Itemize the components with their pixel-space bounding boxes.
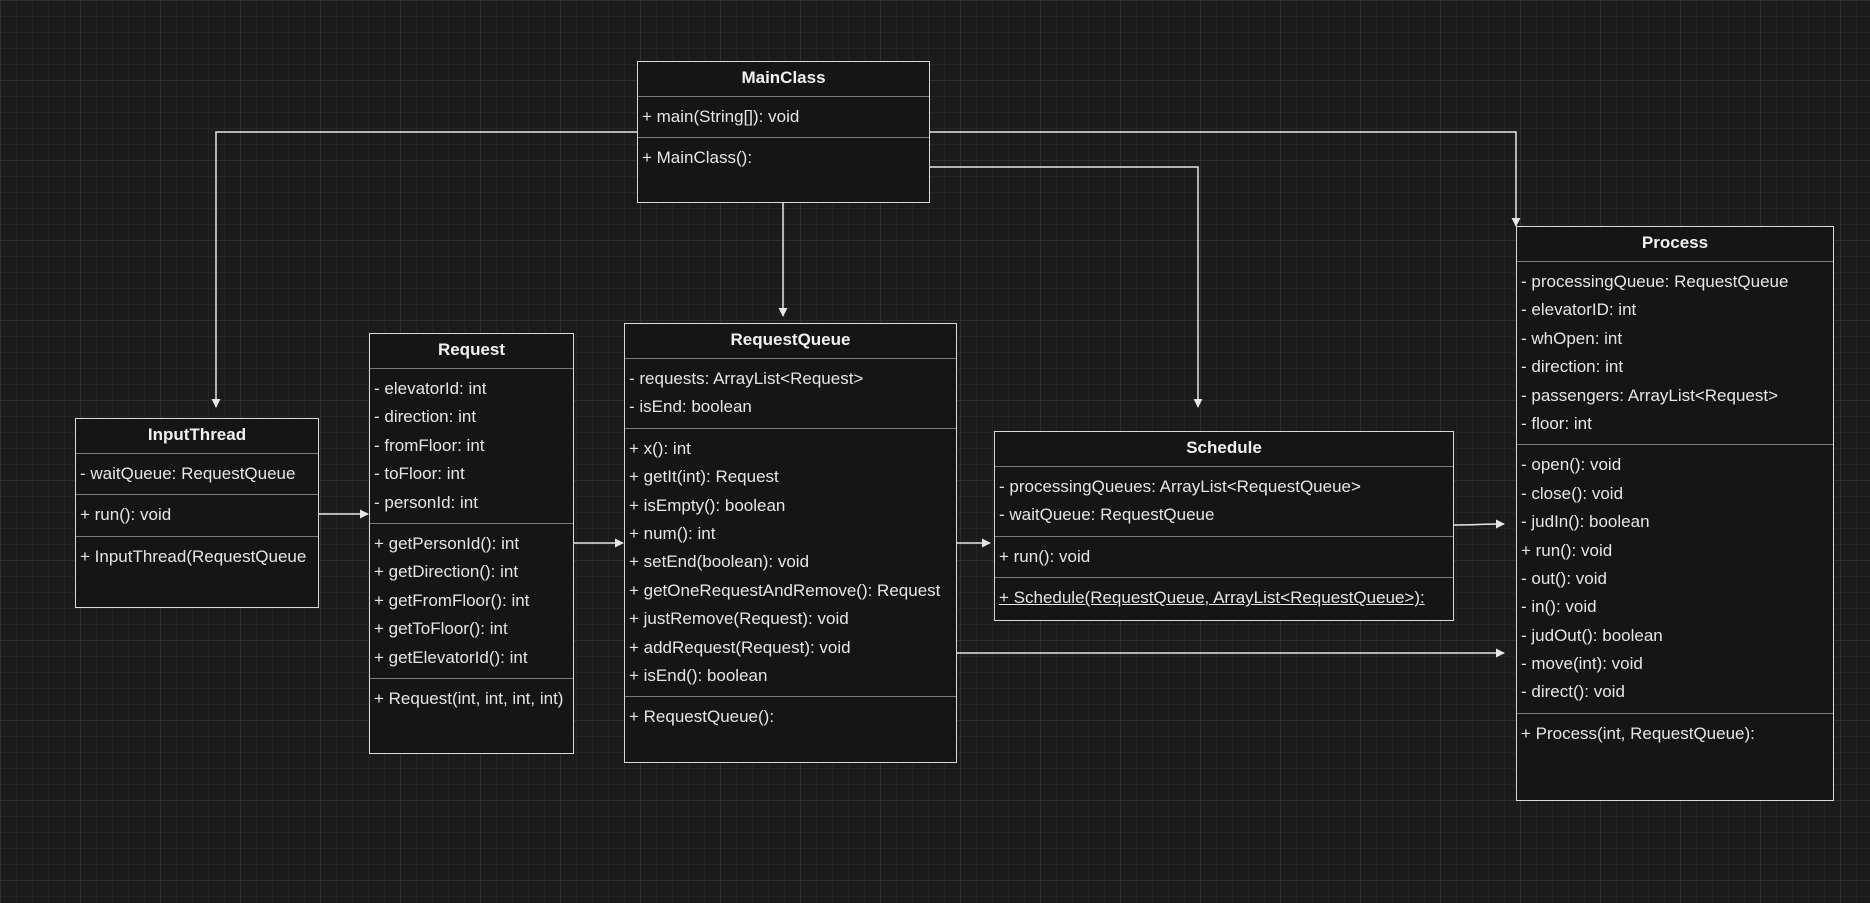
- field-row: - isEnd: boolean: [629, 397, 752, 417]
- methods-section: - open(): void - close(): void - judIn()…: [1517, 445, 1833, 714]
- class-request[interactable]: Request - elevatorId: int - direction: i…: [369, 333, 574, 754]
- method-row: + setEnd(boolean): void: [629, 552, 810, 572]
- methods-section: + run(): void: [76, 495, 318, 537]
- method-row: + getDirection(): int: [374, 562, 519, 582]
- class-title: MainClass: [638, 62, 929, 97]
- fields-section: - requests: ArrayList<Request> - isEnd: …: [625, 359, 956, 429]
- methods-section: + run(): void: [995, 537, 1453, 579]
- method-row: - judOut(): boolean: [1521, 625, 1663, 645]
- fields-section: - elevatorId: int - direction: int - fro…: [370, 369, 573, 524]
- method-row: + getOneRequestAndRemove(): Request: [629, 580, 941, 600]
- method-row: + main(String[]): void: [642, 107, 800, 126]
- class-title: InputThread: [76, 419, 318, 454]
- method-row: + isEnd(): boolean: [629, 665, 768, 685]
- method-row: + run(): void: [1521, 540, 1613, 560]
- method-row: + getIt(int): Request: [629, 467, 779, 487]
- method-row: - move(int): void: [1521, 654, 1643, 674]
- class-requestqueue[interactable]: RequestQueue - requests: ArrayList<Reque…: [624, 323, 957, 763]
- field-row: - processingQueue: RequestQueue: [1521, 272, 1789, 291]
- field-row: - elevatorId: int: [374, 379, 487, 398]
- edge-schedule-process: [1452, 519, 1505, 529]
- constructors-section: + Process(int, RequestQueue):: [1517, 714, 1833, 754]
- class-process[interactable]: Process - processingQueue: RequestQueue …: [1516, 226, 1834, 801]
- constructor-row: + Process(int, RequestQueue):: [1521, 723, 1755, 743]
- methods-section: + main(String[]): void: [638, 97, 929, 139]
- method-row: - close(): void: [1521, 483, 1624, 503]
- edge-mainclass-process: [930, 131, 1521, 227]
- field-row: - whOpen: int: [1521, 328, 1623, 348]
- method-row: + getElevatorId(): int: [374, 647, 528, 667]
- class-title: Schedule: [995, 432, 1453, 467]
- methods-section: + getPersonId(): int + getDirection(): i…: [370, 524, 573, 679]
- fields-section: - processingQueues: ArrayList<RequestQue…: [995, 467, 1453, 537]
- field-row: - elevatorID: int: [1521, 300, 1637, 320]
- method-row: + addRequest(Request): void: [629, 637, 851, 657]
- method-row: + justRemove(Request): void: [629, 609, 849, 629]
- method-row: - open(): void: [1521, 455, 1622, 475]
- methods-section: + x(): int + getIt(int): Request + isEmp…: [625, 429, 956, 698]
- method-row: + x(): int: [629, 438, 691, 458]
- constructor-row: + RequestQueue():: [629, 707, 775, 727]
- method-row: - judIn(): boolean: [1521, 512, 1650, 532]
- method-row: + run(): void: [999, 546, 1091, 566]
- constructors-section: + Schedule(RequestQueue, ArrayList<Reque…: [995, 578, 1453, 618]
- method-row: + getFromFloor(): int: [374, 590, 530, 610]
- class-schedule[interactable]: Schedule - processingQueues: ArrayList<R…: [994, 431, 1454, 621]
- constructors-section: + RequestQueue():: [625, 697, 956, 737]
- class-title: RequestQueue: [625, 324, 956, 359]
- constructors-section: + MainClass():: [638, 138, 929, 178]
- method-row: - direct(): void: [1521, 682, 1625, 702]
- field-row: - processingQueues: ArrayList<RequestQue…: [999, 477, 1361, 496]
- constructors-section: + Request(int, int, int, int): [370, 679, 573, 719]
- edge-mainclass-schedule: [930, 166, 1203, 408]
- field-row: - personId: int: [374, 492, 478, 512]
- fields-section: - waitQueue: RequestQueue: [76, 454, 318, 496]
- method-row: + isEmpty(): boolean: [629, 495, 786, 515]
- field-row: - waitQueue: RequestQueue: [999, 505, 1215, 525]
- method-row: + num(): int: [629, 523, 716, 543]
- method-row: - in(): void: [1521, 597, 1597, 617]
- class-mainclass[interactable]: MainClass + main(String[]): void + MainC…: [637, 61, 930, 203]
- method-row: + getToFloor(): int: [374, 619, 508, 639]
- fields-section: - processingQueue: RequestQueue - elevat…: [1517, 262, 1833, 446]
- field-row: - toFloor: int: [374, 464, 465, 484]
- method-row: + run(): void: [80, 505, 172, 525]
- field-row: - waitQueue: RequestQueue: [80, 464, 296, 483]
- field-row: - requests: ArrayList<Request>: [629, 369, 864, 388]
- field-row: - floor: int: [1521, 413, 1592, 433]
- field-row: - direction: int: [1521, 357, 1624, 377]
- class-inputthread[interactable]: InputThread - waitQueue: RequestQueue + …: [75, 418, 319, 608]
- class-title: Process: [1517, 227, 1833, 262]
- method-row: - out(): void: [1521, 568, 1607, 588]
- constructor-row: + Schedule(RequestQueue, ArrayList<Reque…: [999, 588, 1425, 608]
- class-title: Request: [370, 334, 573, 369]
- constructor-row: + Request(int, int, int, int): [374, 688, 564, 708]
- field-row: - direction: int: [374, 407, 477, 427]
- constructor-row: + InputThread(RequestQueue: [80, 546, 307, 566]
- constructors-section: + InputThread(RequestQueue: [76, 537, 318, 577]
- field-row: - passengers: ArrayList<Request>: [1521, 385, 1779, 405]
- constructor-row: + MainClass():: [642, 148, 753, 168]
- method-row: + getPersonId(): int: [374, 533, 520, 553]
- field-row: - fromFloor: int: [374, 435, 485, 455]
